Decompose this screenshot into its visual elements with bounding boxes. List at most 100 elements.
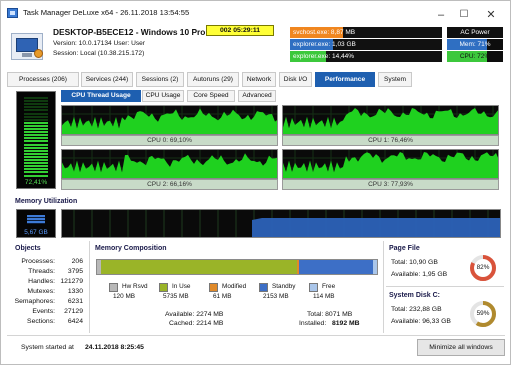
- power-status: AC Power: [447, 27, 503, 38]
- object-value: 6424: [67, 318, 83, 325]
- legend-item-in-use: In Use 5735 MB: [159, 283, 209, 305]
- legend-value: 120 MB: [113, 293, 136, 300]
- object-value: 121279: [60, 278, 83, 285]
- cpu-meter-segment: [24, 128, 48, 130]
- tab-autoruns[interactable]: Autoruns (29): [187, 72, 239, 87]
- cpu-0-graph: [61, 105, 278, 135]
- subtab-advanced[interactable]: Advanced: [238, 90, 276, 102]
- composition-segment-free: [373, 260, 377, 274]
- legend-item-free: Free 114 MB: [309, 283, 359, 305]
- disk-available: Available: 96,33 GB: [391, 318, 451, 325]
- top-process-bar: svchost.exe: 8,87 MB: [290, 27, 442, 38]
- object-label: Handles:: [28, 278, 55, 285]
- window-title: Task Manager DeLuxe x64 - 26.11.2018 13:…: [23, 8, 190, 17]
- legend-swatch: [109, 283, 118, 292]
- object-label: Events:: [32, 308, 55, 315]
- cpu-meter-segment: [24, 146, 48, 149]
- legend-item-standby: Standby 2153 MB: [259, 283, 309, 305]
- minimize-all-windows-button[interactable]: Minimize all windows: [417, 339, 505, 356]
- divider: [89, 241, 90, 333]
- cpu-2-graph: [61, 149, 278, 179]
- cpu-1-usage-plot: [283, 106, 498, 134]
- cpu-1-usage-area: [283, 108, 498, 134]
- cpu-meter-segment: [24, 149, 48, 152]
- computer-name: DESKTOP-B5ECE12 - Windows 10 Pro x64: [53, 27, 222, 37]
- tab-processes[interactable]: Processes (206): [7, 72, 79, 87]
- cpu-meter-segment: [24, 143, 48, 146]
- cpu-2-usage-area: [62, 153, 277, 178]
- legend-value: 61 MB: [213, 293, 232, 300]
- cpu-2-caption: CPU 2: 66,16%: [61, 179, 278, 190]
- disk-total: Total: 232,88 GB: [391, 306, 442, 313]
- top-process-bar: explorer.exe: 14,44%: [290, 51, 442, 62]
- page-file-title: Page File: [389, 245, 420, 252]
- top-process-label: explorer.exe: 1,03 GB: [293, 41, 356, 48]
- object-value: 1330: [67, 288, 83, 295]
- cpu-meter-segment: [24, 134, 48, 137]
- cpu-1-caption: CPU 1: 76,46%: [282, 135, 499, 146]
- subtab-cpu-thread-usage[interactable]: CPU Thread Usage: [61, 90, 141, 102]
- cpu-0-caption: CPU 0: 69,10%: [61, 135, 278, 146]
- cpu-meter-segment: [24, 137, 48, 140]
- computer-icon: [11, 33, 43, 60]
- cpu-3-caption: CPU 3: 77,93%: [282, 179, 499, 190]
- cpu-meter-segment: [24, 100, 48, 103]
- cpu-0-usage-plot: [62, 106, 277, 134]
- tab-system[interactable]: System: [378, 72, 412, 87]
- close-button[interactable]: ✕: [481, 8, 501, 22]
- cpu-2-usage-plot: [62, 150, 277, 178]
- page-file-total: Total: 10,90 GB: [391, 259, 438, 266]
- cpu-3-usage-plot: [283, 150, 498, 178]
- cpu-0-usage-area: [62, 108, 277, 134]
- composition-segment-in-use: [101, 260, 298, 274]
- cpu-meter-segment: [24, 106, 48, 109]
- legend-item-modified: Modified 61 MB: [209, 283, 259, 305]
- subtab-cpu-usage[interactable]: CPU Usage: [142, 90, 184, 102]
- minimize-button[interactable]: –: [431, 8, 451, 22]
- top-process-bar: explorer.exe: 1,03 GB: [290, 39, 442, 50]
- cpu-meter-segment: [24, 174, 48, 177]
- cpu-usage-badge: CPU: 72%: [447, 51, 503, 62]
- subtab-core-speed[interactable]: Core Speed: [187, 90, 235, 102]
- composition-segment-standby: [299, 260, 374, 274]
- cpu-meter-segment: [24, 152, 48, 155]
- cpu-meter-segment: [24, 155, 48, 158]
- legend-swatch: [209, 283, 218, 292]
- tab-disk-i-o[interactable]: Disk I/O: [279, 72, 312, 87]
- legend-label: In Use: [172, 283, 191, 290]
- tab-services[interactable]: Services (244): [81, 72, 133, 87]
- settings-gear-icon: [34, 49, 43, 58]
- memory-value: 5,67 GB: [24, 229, 48, 236]
- system-disk-title: System Disk C:: [389, 292, 440, 299]
- app-icon: [7, 8, 18, 18]
- memory-composition-title: Memory Composition: [95, 245, 167, 252]
- task-manager-window: Task Manager DeLuxe x64 - 26.11.2018 13:…: [0, 0, 511, 365]
- object-label: Processes:: [21, 258, 55, 265]
- maximize-button[interactable]: ☐: [454, 8, 474, 22]
- cpu-3-usage-area: [283, 152, 498, 178]
- legend-item-hw-rsvd: Hw Rsvd 120 MB: [109, 283, 159, 305]
- memory-total: Total: 8071 MB: [307, 311, 353, 318]
- system-disk-donut: 59%: [469, 300, 497, 328]
- tab-sessions[interactable]: Sessions (2): [136, 72, 184, 87]
- memory-cached: Cached: 2214 MB: [169, 320, 224, 327]
- object-label: Semaphores:: [14, 298, 55, 305]
- cpu-meter-segment: [24, 171, 48, 174]
- memory-utilization-title: Memory Utilization: [15, 198, 78, 205]
- cpu-meter-segment: [24, 121, 48, 124]
- tab-performance[interactable]: Performance: [315, 72, 375, 87]
- cpu-meter-segment: [24, 165, 48, 168]
- legend-swatch: [259, 283, 268, 292]
- cpu-meter-segment: [24, 124, 48, 127]
- memory-available: Available: 2274 MB: [165, 311, 224, 318]
- cpu-meter-segment: [24, 97, 48, 99]
- legend-label: Hw Rsvd: [122, 283, 148, 290]
- cpu-total-value: 72,41%: [24, 179, 48, 186]
- uptime-badge: 002 05:29:11: [206, 25, 274, 36]
- tab-network[interactable]: Network: [242, 72, 276, 87]
- divider: [7, 335, 505, 336]
- disk-percent: 59%: [476, 310, 490, 317]
- legend-value: 5735 MB: [163, 293, 189, 300]
- cpu-meter-segment: [24, 112, 48, 115]
- cpu-meter-segment: [24, 118, 48, 121]
